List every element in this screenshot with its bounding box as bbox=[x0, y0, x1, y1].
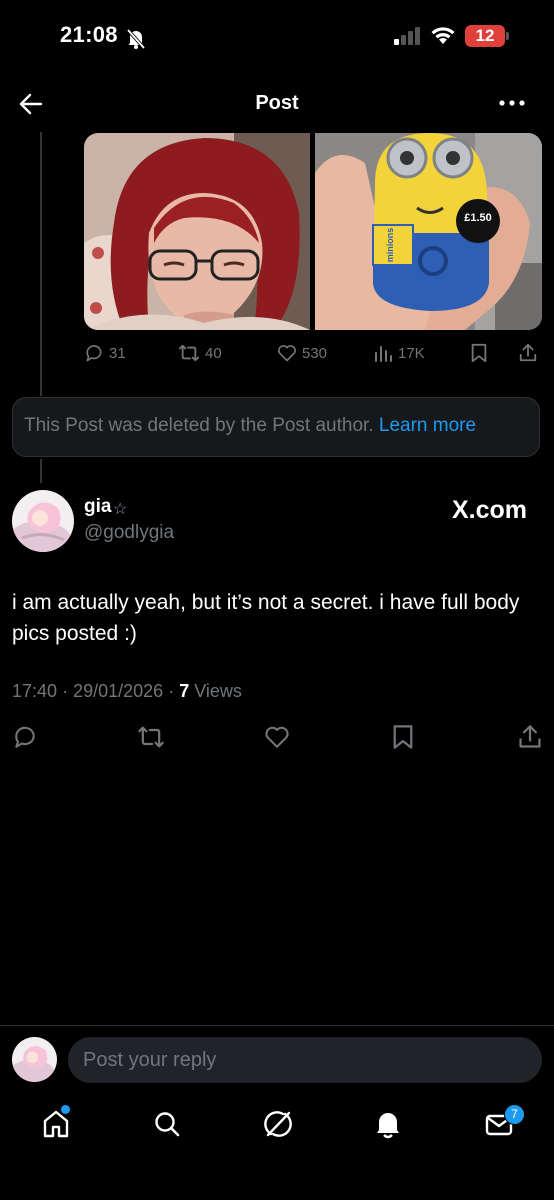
notifications-icon[interactable] bbox=[374, 1109, 402, 1139]
cellular-signal-icon bbox=[394, 27, 422, 45]
reply-input[interactable]: Post your reply bbox=[68, 1037, 542, 1083]
deleted-notice-text: This Post was deleted by the Post author… bbox=[24, 415, 374, 436]
meta-separator: · bbox=[62, 681, 69, 701]
product-label-text: minions bbox=[385, 228, 395, 263]
repost-button[interactable] bbox=[137, 724, 165, 750]
reply-count: 31 bbox=[109, 344, 126, 362]
quoted-like-button[interactable]: 530 bbox=[277, 343, 327, 363]
more-options-icon[interactable] bbox=[498, 98, 526, 108]
share-button[interactable] bbox=[517, 724, 543, 750]
meta-separator-2: · bbox=[168, 681, 175, 701]
bookmark-icon[interactable] bbox=[470, 343, 488, 363]
page-title: Post bbox=[255, 92, 299, 114]
battery-indicator: 12 bbox=[465, 25, 505, 47]
reply-button[interactable] bbox=[12, 724, 38, 750]
quoted-views-button[interactable]: 17K bbox=[373, 343, 425, 363]
thread-line-lower bbox=[40, 459, 42, 483]
search-icon[interactable] bbox=[153, 1109, 181, 1139]
post-meta: 17:40 · 29/01/2026 · 7 Views bbox=[12, 681, 242, 702]
price-tag-text: £1.50 bbox=[464, 212, 492, 224]
bell-muted-icon bbox=[126, 28, 146, 50]
post-views-label: Views bbox=[194, 681, 242, 701]
learn-more-link[interactable]: Learn more bbox=[379, 415, 476, 436]
messages-badge: 7 bbox=[504, 1104, 525, 1125]
quoted-reply-button[interactable]: 31 bbox=[84, 343, 126, 363]
post-date: 29/01/2026 bbox=[73, 681, 164, 701]
star-icon: ☆ bbox=[113, 501, 128, 518]
status-time: 21:08 bbox=[60, 22, 118, 47]
x-com-watermark: X.com bbox=[452, 496, 528, 524]
heart-icon bbox=[277, 343, 297, 363]
like-count: 530 bbox=[302, 344, 328, 362]
post-text: i am actually yeah, but it’s not a secre… bbox=[12, 591, 520, 645]
wifi-icon bbox=[430, 25, 456, 45]
reply-icon bbox=[84, 343, 104, 363]
bookmark-button[interactable] bbox=[392, 724, 414, 750]
avatar[interactable] bbox=[12, 490, 74, 552]
selfie-photo[interactable] bbox=[84, 133, 310, 330]
analytics-icon bbox=[373, 343, 393, 363]
grok-icon[interactable] bbox=[263, 1109, 293, 1139]
post-time: 17:40 bbox=[12, 681, 58, 701]
post-views-count: 7 bbox=[179, 681, 190, 701]
deleted-post-notice: This Post was deleted by the Post author… bbox=[12, 397, 540, 457]
author-name[interactable]: gia bbox=[84, 496, 111, 518]
home-notification-dot bbox=[61, 1105, 70, 1114]
thread-line-upper bbox=[40, 132, 42, 396]
repost-count: 40 bbox=[205, 344, 222, 362]
like-button[interactable] bbox=[264, 724, 290, 750]
reply-divider bbox=[0, 1025, 554, 1026]
repost-icon bbox=[178, 343, 200, 363]
share-icon[interactable] bbox=[518, 343, 538, 363]
battery-nub bbox=[506, 32, 509, 40]
minion-product-photo[interactable]: minions £1.50 bbox=[315, 133, 542, 330]
views-count: 17K bbox=[398, 344, 425, 362]
author-handle[interactable]: @godlygia bbox=[84, 522, 174, 544]
quoted-repost-button[interactable]: 40 bbox=[178, 343, 222, 363]
reply-avatar bbox=[12, 1037, 57, 1082]
